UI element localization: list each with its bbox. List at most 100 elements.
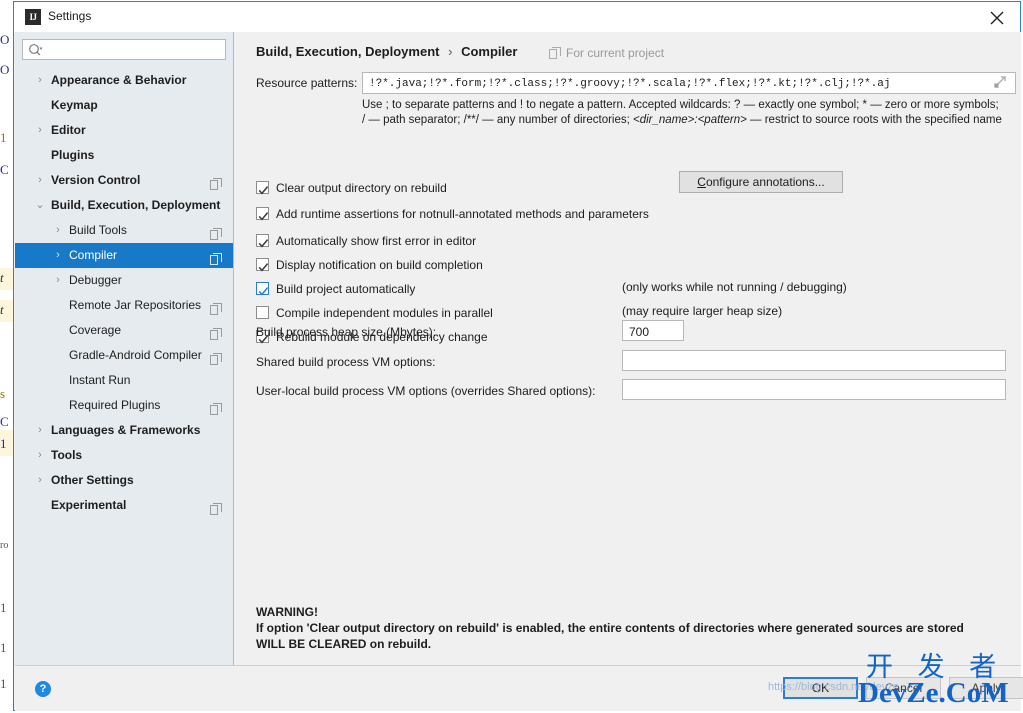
heap-size-field[interactable] — [622, 320, 684, 341]
resource-patterns-input[interactable] — [367, 75, 985, 93]
dialog-title: Settings — [48, 9, 92, 23]
project-scope-icon — [210, 174, 222, 190]
chevron-right-icon: › — [448, 44, 453, 59]
project-scope-icon — [210, 249, 222, 265]
sidebar-item-keymap[interactable]: Keymap — [15, 93, 233, 118]
chevron-right-icon[interactable]: › — [33, 418, 47, 443]
userlocal-vm-options-input[interactable] — [627, 382, 1003, 399]
project-scope-icon — [549, 47, 561, 62]
check-icon — [258, 183, 269, 201]
sidebar-item-editor[interactable]: › Editor — [15, 118, 233, 143]
chevron-right-icon[interactable]: › — [33, 443, 47, 468]
warning-title: WARNING! — [256, 605, 318, 619]
sidebar-item-experimental[interactable]: Experimental — [15, 493, 233, 518]
checkbox-box[interactable] — [256, 207, 269, 221]
background-ide-strip: O O 1 C t t s C 1 ro 1 1 1 — [0, 0, 14, 713]
sidebar-item-label: Build, Execution, Deployment — [51, 198, 221, 212]
checkbox-label: Display notification on build completion — [276, 258, 483, 272]
sidebar-item-required-plugins[interactable]: Required Plugins — [15, 393, 233, 418]
sidebar-item-label: Compiler — [69, 248, 118, 262]
sidebar-item-label: Plugins — [51, 148, 95, 162]
chevron-right-icon[interactable]: › — [51, 268, 65, 293]
checkbox-label: Clear output directory on rebuild — [276, 181, 447, 195]
heap-size-label: Build process heap size (Mbytes): — [256, 325, 437, 339]
resource-patterns-field[interactable] — [362, 72, 1016, 94]
sidebar-item-label: Instant Run — [69, 373, 131, 387]
check-icon — [258, 209, 269, 227]
breadcrumb: Build, Execution, Deployment › Compiler — [256, 44, 517, 59]
chevron-right-icon[interactable]: › — [33, 68, 47, 93]
sidebar-item-tools[interactable]: › Tools — [15, 443, 233, 468]
project-scope-icon — [210, 324, 222, 340]
breadcrumb-root[interactable]: Build, Execution, Deployment — [256, 44, 439, 59]
sidebar-item-debugger[interactable]: › Debugger — [15, 268, 233, 293]
heap-size-input[interactable] — [627, 323, 681, 340]
checkbox-box[interactable] — [256, 181, 269, 195]
sidebar-item-label: Debugger — [69, 273, 122, 287]
configure-annotations-button[interactable]: Configure annotations... — [679, 171, 843, 193]
for-current-project-label: For current project — [549, 46, 664, 62]
sidebar-item-languages-frameworks[interactable]: › Languages & Frameworks — [15, 418, 233, 443]
sidebar-item-build-tools[interactable]: › Build Tools — [15, 218, 233, 243]
sidebar-item-build-execution-deployment[interactable]: ⌄ Build, Execution, Deployment — [15, 193, 233, 218]
project-scope-icon — [210, 399, 222, 415]
sidebar-item-coverage[interactable]: Coverage — [15, 318, 233, 343]
checkbox-note-build-project-automatically: (only works while not running / debuggin… — [622, 280, 847, 294]
sidebar-item-other-settings[interactable]: › Other Settings — [15, 468, 233, 493]
project-scope-icon — [210, 349, 222, 365]
shared-vm-options-field[interactable] — [622, 350, 1006, 371]
chevron-right-icon[interactable]: › — [33, 168, 47, 193]
sidebar-item-version-control[interactable]: › Version Control — [15, 168, 233, 193]
search-input[interactable] — [48, 42, 224, 59]
resource-patterns-label: Resource patterns: — [256, 76, 358, 90]
userlocal-vm-options-field[interactable] — [622, 379, 1006, 400]
chevron-right-icon[interactable]: › — [51, 243, 65, 268]
check-icon — [258, 260, 269, 278]
shared-vm-options-input[interactable] — [627, 353, 1003, 370]
checkbox-box[interactable] — [256, 306, 269, 319]
expand-icon[interactable] — [992, 74, 1014, 92]
sidebar-item-label: Version Control — [51, 173, 141, 187]
resource-patterns-help-dirname: <dir_name>:<pattern> — [633, 114, 747, 126]
checkbox-box[interactable] — [256, 234, 269, 248]
chevron-right-icon[interactable]: › — [51, 218, 65, 243]
userlocal-vm-options-label: User-local build process VM options (ove… — [256, 384, 596, 398]
search-icon — [28, 43, 44, 60]
settings-tree: › Appearance & Behavior Keymap › Editor Plugi… — [15, 68, 233, 518]
chevron-right-icon[interactable]: › — [33, 118, 47, 143]
chevron-down-icon[interactable]: ⌄ — [33, 193, 47, 218]
cancel-button[interactable]: Cancel — [866, 677, 941, 699]
sidebar-item-gradle-android-compiler[interactable]: Gradle-Android Compiler — [15, 343, 233, 368]
chevron-right-icon[interactable]: › — [33, 468, 47, 493]
sidebar-item-compiler[interactable]: › Compiler — [15, 243, 233, 268]
checkbox-box[interactable] — [256, 258, 269, 272]
sidebar-item-instant-run[interactable]: Instant Run — [15, 368, 233, 393]
sidebar-item-remote-jar-repositories[interactable]: Remote Jar Repositories — [15, 293, 233, 318]
sidebar-item-label: Experimental — [51, 498, 127, 512]
sidebar-item-appearance-behavior[interactable]: › Appearance & Behavior — [15, 68, 233, 93]
close-icon[interactable] — [974, 2, 1020, 32]
checkbox-label: Build project automatically — [276, 282, 416, 296]
resource-patterns-help: Use ; to separate patterns and ! to nega… — [362, 98, 1002, 128]
checkbox-box[interactable] — [256, 282, 269, 296]
sidebar-item-label: Coverage — [69, 323, 122, 337]
sidebar-item-label: Required Plugins — [69, 398, 161, 412]
ok-button[interactable]: OK — [783, 677, 858, 699]
sidebar-item-label: Editor — [51, 123, 86, 137]
sidebar-item-plugins[interactable]: Plugins — [15, 143, 233, 168]
apply-button[interactable]: Apply — [949, 677, 1023, 699]
project-scope-icon — [210, 499, 222, 515]
checkbox-label: Add runtime assertions for notnull-annot… — [276, 207, 649, 221]
search-box[interactable] — [22, 39, 226, 60]
project-scope-icon — [210, 224, 222, 240]
configure-annotations-label: onfigure annotations... — [705, 175, 825, 189]
sidebar-item-label: Other Settings — [51, 473, 134, 487]
help-icon[interactable]: ? — [35, 681, 51, 697]
